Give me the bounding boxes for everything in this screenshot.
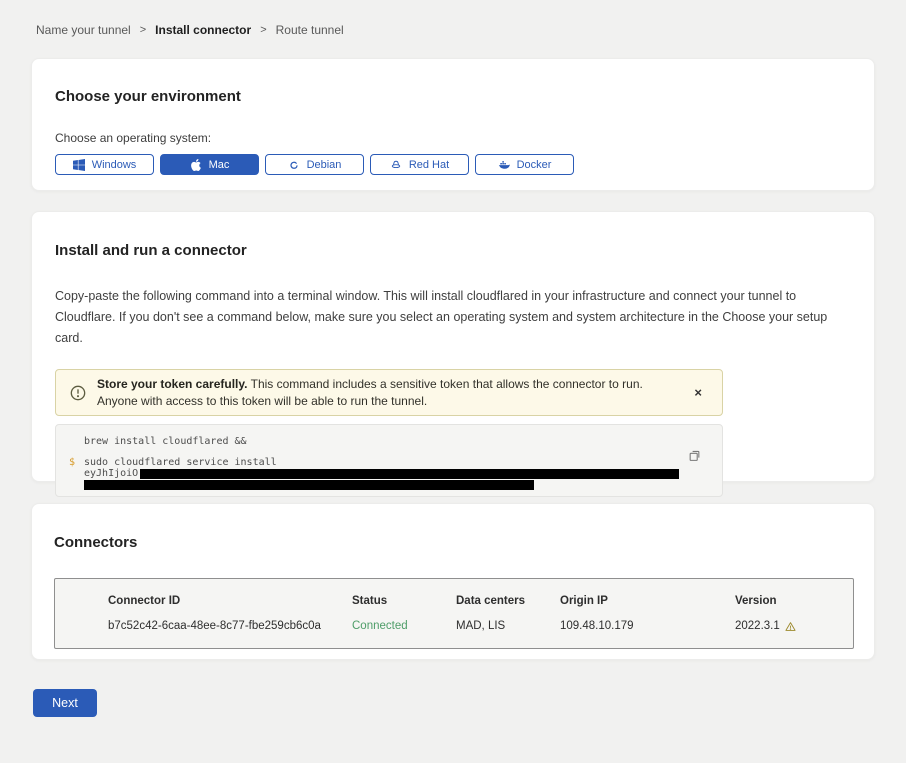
os-button-label: Mac	[209, 159, 230, 171]
apple-icon	[190, 159, 202, 171]
banner-close-button[interactable]: ×	[688, 384, 708, 401]
debian-icon	[288, 159, 300, 171]
token-warning-banner: Store your token carefully. This command…	[55, 369, 723, 416]
os-button-label: Debian	[307, 159, 342, 171]
os-button-debian[interactable]: Debian	[265, 154, 364, 175]
code-line-sudo: $sudo cloudflared service install	[84, 457, 722, 468]
col-header-connector-id: Connector ID	[108, 595, 352, 607]
origin-ip-value: 109.48.10.179	[560, 620, 735, 632]
os-button-mac[interactable]: Mac	[160, 154, 259, 175]
breadcrumb: Name your tunnel > Install connector > R…	[36, 23, 906, 37]
connectors-card-title: Connectors	[54, 534, 851, 551]
connectors-table: Connector ID Status Data centers Origin …	[54, 578, 854, 649]
shell-prompt: $	[69, 457, 75, 468]
alert-circle-icon	[70, 385, 86, 401]
environment-card-title: Choose your environment	[55, 88, 851, 105]
table-row: b7c52c42-6caa-48ee-8c77-fbe259cb6c0a Con…	[108, 620, 833, 632]
os-button-windows[interactable]: Windows	[55, 154, 154, 175]
col-header-version: Version	[735, 595, 833, 607]
breadcrumb-route-tunnel[interactable]: Route tunnel	[276, 23, 344, 37]
breadcrumb-separator: >	[140, 24, 146, 36]
code-line-token-2	[84, 479, 722, 490]
os-select-label: Choose an operating system:	[55, 131, 851, 145]
status-badge: Connected	[352, 620, 456, 632]
os-button-label: Red Hat	[409, 159, 449, 171]
breadcrumb-name-your-tunnel[interactable]: Name your tunnel	[36, 23, 131, 37]
redacted-token-bar	[140, 469, 679, 479]
connectors-card: Connectors Connector ID Status Data cent…	[31, 503, 875, 660]
redhat-icon	[390, 159, 402, 171]
data-centers-value: MAD, LIS	[456, 620, 560, 632]
version-value: 2022.3.1	[735, 620, 833, 632]
col-header-status: Status	[352, 595, 456, 607]
os-button-group: Windows Mac Debian Red Hat Docker	[55, 154, 851, 175]
docker-icon	[498, 159, 510, 171]
os-button-label: Docker	[517, 159, 552, 171]
environment-card: Choose your environment Choose an operat…	[31, 58, 875, 191]
col-header-data-centers: Data centers	[456, 595, 560, 607]
version-warning-icon	[785, 621, 796, 632]
install-command-code-block: brew install cloudflared && $sudo cloudfl…	[55, 424, 723, 497]
breadcrumb-install-connector[interactable]: Install connector	[155, 23, 251, 37]
connector-id-value: b7c52c42-6caa-48ee-8c77-fbe259cb6c0a	[108, 620, 352, 632]
code-line-token: eyJhIjoiO	[84, 468, 722, 479]
install-description: Copy-paste the following command into a …	[55, 286, 847, 349]
windows-icon	[73, 159, 85, 171]
token-warning-text: Store your token carefully. This command…	[97, 376, 677, 409]
next-button[interactable]: Next	[33, 689, 97, 717]
os-button-docker[interactable]: Docker	[475, 154, 574, 175]
os-button-redhat[interactable]: Red Hat	[370, 154, 469, 175]
col-header-origin-ip: Origin IP	[560, 595, 735, 607]
copy-command-button[interactable]	[686, 447, 703, 464]
os-button-label: Windows	[92, 159, 137, 171]
connectors-table-header: Connector ID Status Data centers Origin …	[108, 595, 833, 607]
redacted-token-bar	[84, 480, 534, 490]
install-card-title: Install and run a connector	[55, 242, 851, 259]
install-card: Install and run a connector Copy-paste t…	[31, 211, 875, 482]
code-line-brew: brew install cloudflared &&	[84, 436, 722, 447]
breadcrumb-separator: >	[260, 24, 266, 36]
